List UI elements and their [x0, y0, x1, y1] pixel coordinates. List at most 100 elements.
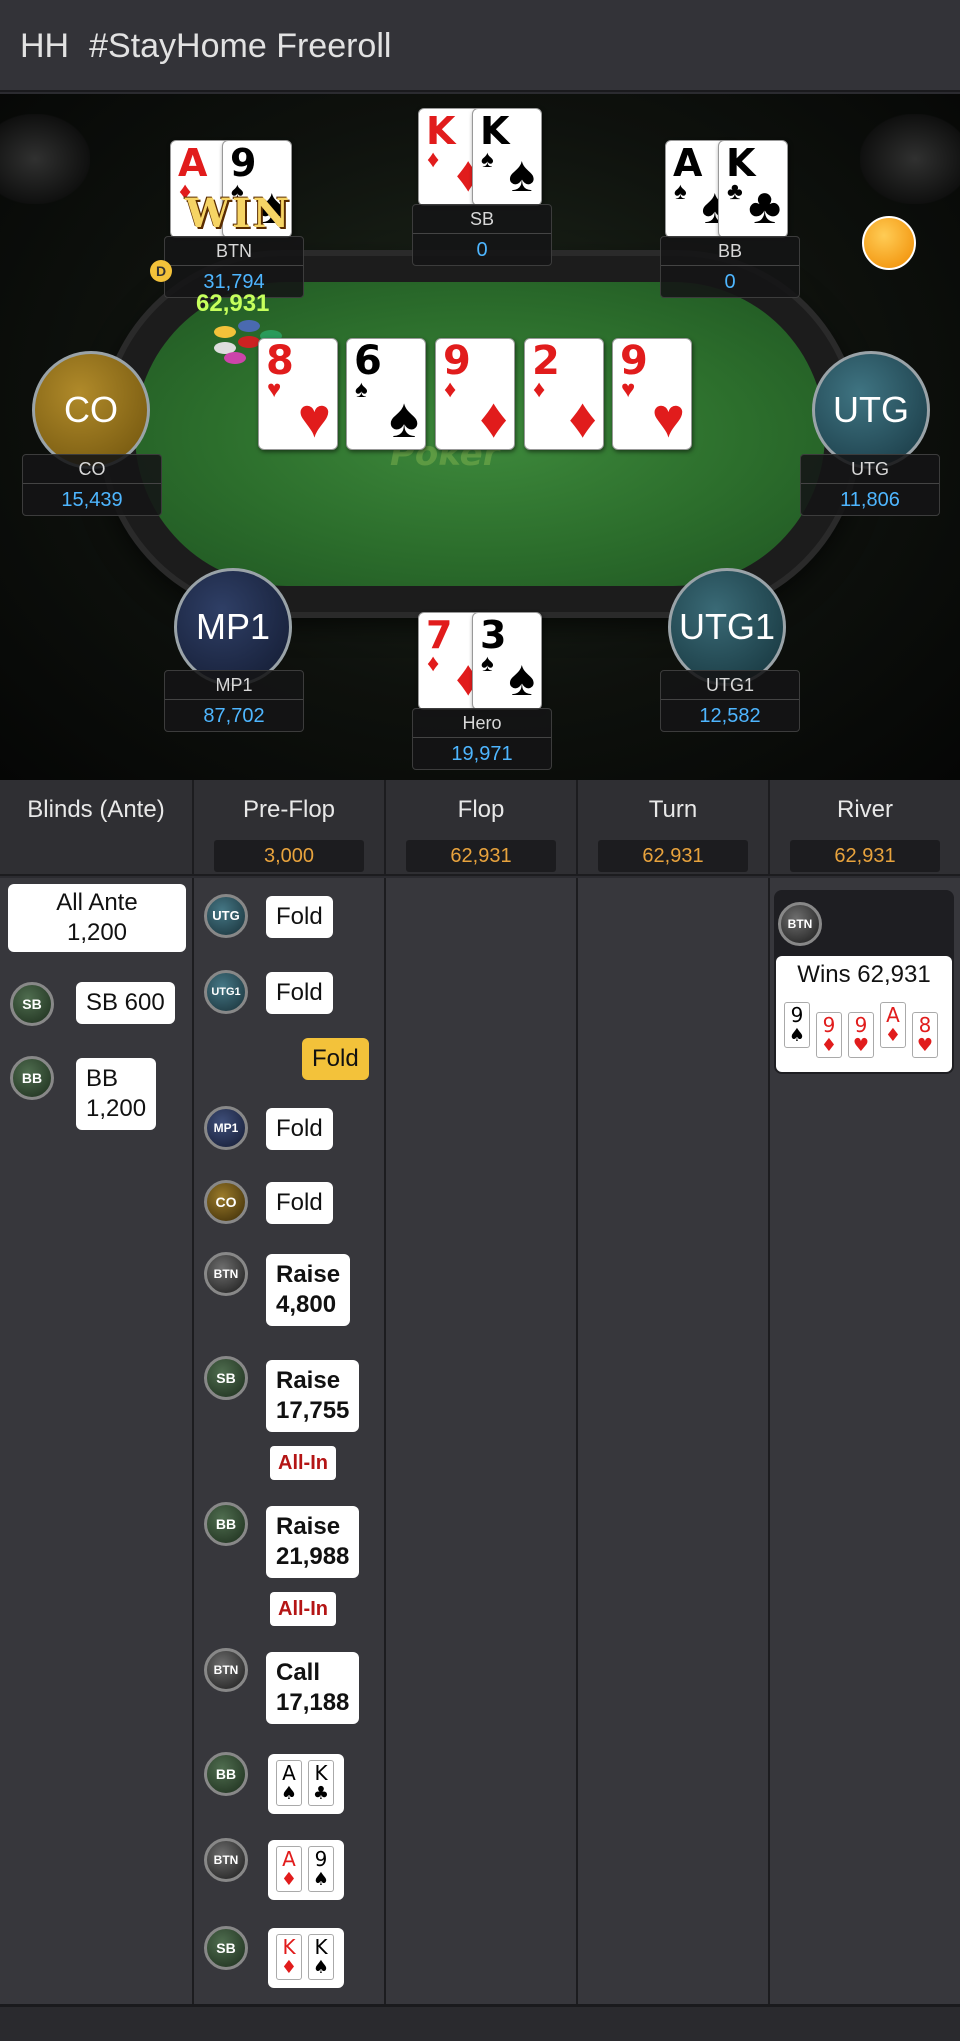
hero-card-2: 3 ♠ ♠ — [472, 612, 542, 710]
bb-badge-icon: BB — [204, 1502, 248, 1546]
smiley-icon — [862, 216, 916, 270]
dealer-button-icon: D — [150, 260, 172, 282]
flop-column-body — [384, 878, 576, 2004]
sb-badge-icon: SB — [10, 982, 54, 1026]
bb-shown-cards: A ♠ K ♣ — [268, 1754, 344, 1814]
sb-raise-bubble: Raise 17,755 — [266, 1360, 360, 1432]
bb-raise-bubble: Raise 21,988 — [266, 1506, 360, 1578]
hero-fold-bubble: Fold — [302, 1038, 369, 1080]
seat-avatar-co[interactable]: CO — [32, 351, 150, 469]
column-flop: Flop 62,931 — [384, 780, 576, 876]
seat-label-utg[interactable]: UTG 11,806 — [800, 454, 940, 516]
sb-badge-icon: SB — [204, 1926, 248, 1970]
seat-avatar-utg[interactable]: UTG — [812, 351, 930, 469]
bb-card-2: K ♣ ♣ — [718, 140, 788, 238]
seat-label-utg1[interactable]: UTG1 12,582 — [660, 670, 800, 732]
seat-stack: 11,806 — [840, 489, 900, 511]
turn-column-body — [576, 878, 768, 2004]
seat-avatar-utg1[interactable]: UTG1 — [668, 568, 786, 686]
winner-text: Wins 62,931 — [797, 961, 931, 988]
btn-raise-bubble: Raise 4,800 — [266, 1254, 351, 1326]
sb-card-2: K ♠ ♠ — [472, 108, 542, 206]
seat-label-btn[interactable]: BTN 31,794 — [164, 236, 304, 298]
btn-badge-icon: BTN — [778, 902, 822, 946]
mini-card: A ♦ — [880, 1002, 906, 1048]
title-bar: HH #StayHome Freeroll — [0, 0, 960, 92]
pot-amount: 62,931 — [196, 290, 270, 317]
seat-name: BTN — [165, 237, 303, 266]
mini-card: 9 ♠ — [784, 1002, 810, 1048]
mini-card: 9 ♠ — [308, 1846, 334, 1892]
mini-card: K ♠ — [308, 1934, 334, 1980]
column-turn: Turn 62,931 — [576, 780, 768, 876]
btn-call-bubble: Call 17,188 — [266, 1652, 360, 1724]
mini-card: A ♠ — [276, 1760, 302, 1806]
preflop-pot: 3,000 — [214, 840, 364, 872]
bb-blind-bubble: BB 1,200 — [76, 1058, 157, 1130]
seat-name: SB — [413, 205, 551, 234]
seat-label-sb[interactable]: SB 0 — [412, 204, 552, 266]
bb-badge-icon: BB — [10, 1056, 54, 1100]
win-badge: WIN — [185, 190, 292, 237]
all-ante-bubble: All Ante 1,200 — [8, 884, 186, 952]
board-card: 9 ♦ ♦ — [435, 338, 515, 450]
seat-label-co[interactable]: CO 15,439 — [22, 454, 162, 516]
seat-stack: 0 — [724, 271, 736, 293]
blinds-column-body — [0, 878, 192, 2004]
seat-name: CO — [23, 455, 161, 484]
column-river: River 62,931 — [768, 780, 960, 876]
sb-shown-cards: K ♦ K ♠ — [268, 1928, 344, 1988]
lamp-decoration — [860, 114, 960, 204]
seat-stack: 15,439 — [61, 489, 123, 511]
seat-label-mp1[interactable]: MP1 87,702 — [164, 670, 304, 732]
board-card: 2 ♦ ♦ — [524, 338, 604, 450]
flop-pot: 62,931 — [406, 840, 556, 872]
seat-stack: 87,702 — [203, 705, 265, 727]
seat-name: Hero — [413, 709, 551, 738]
sb-blind-bubble: SB 600 — [76, 982, 175, 1024]
seat-stack: 19,971 — [451, 743, 513, 765]
turn-pot: 62,931 — [598, 840, 748, 872]
btn-shown-cards: A ♦ 9 ♠ — [268, 1840, 344, 1900]
co-badge-icon: CO — [204, 1180, 248, 1224]
seat-label-bb[interactable]: BB 0 — [660, 236, 800, 298]
lamp-decoration — [0, 114, 90, 204]
sb-allin-badge: All-In — [270, 1446, 336, 1480]
mini-card: 9 ♦ — [816, 1012, 842, 1058]
footer-bar — [0, 2004, 960, 2041]
mp1-fold-bubble: Fold — [266, 1108, 333, 1150]
utg1-fold-bubble: Fold — [266, 972, 333, 1014]
co-fold-bubble: Fold — [266, 1182, 333, 1224]
board-card: 6 ♠ ♠ — [346, 338, 426, 450]
mp1-badge-icon: MP1 — [204, 1106, 248, 1150]
mini-card: 9 ♥ — [848, 1012, 874, 1058]
hh-label: HH — [20, 27, 70, 65]
column-blinds: Blinds (Ante) — [27, 796, 165, 823]
sb-badge-icon: SB — [204, 1356, 248, 1400]
btn-badge-icon: BTN — [204, 1648, 248, 1692]
utg-badge-icon: UTG — [204, 894, 248, 938]
seat-name: BB — [661, 237, 799, 266]
seat-avatar-mp1[interactable]: MP1 — [174, 568, 292, 686]
utg1-badge-icon: UTG1 — [204, 970, 248, 1014]
seat-name: MP1 — [165, 671, 303, 700]
btn-badge-icon: BTN — [204, 1252, 248, 1296]
seat-stack: 0 — [476, 239, 488, 261]
board-card: 8 ♥ ♥ — [258, 338, 338, 450]
btn-badge-icon: BTN — [204, 1838, 248, 1882]
seat-label-hero[interactable]: Hero 19,971 — [412, 708, 552, 770]
street-header: Blinds (Ante) Pre-Flop 3,000 Flop 62,931… — [0, 780, 960, 876]
mini-card: 8 ♥ — [912, 1012, 938, 1058]
mini-card: K ♦ — [276, 1934, 302, 1980]
column-preflop: Pre-Flop 3,000 — [192, 780, 384, 876]
seat-name: UTG1 — [661, 671, 799, 700]
mini-card: A ♦ — [276, 1846, 302, 1892]
seat-stack: 12,582 — [699, 705, 761, 727]
seat-name: UTG — [801, 455, 939, 484]
river-pot: 62,931 — [790, 840, 940, 872]
utg-fold-bubble: Fold — [266, 896, 333, 938]
mini-card: K ♣ — [308, 1760, 334, 1806]
bb-badge-icon: BB — [204, 1752, 248, 1796]
tournament-title: #StayHome Freeroll — [89, 27, 392, 65]
board-card: 9 ♥ ♥ — [612, 338, 692, 450]
